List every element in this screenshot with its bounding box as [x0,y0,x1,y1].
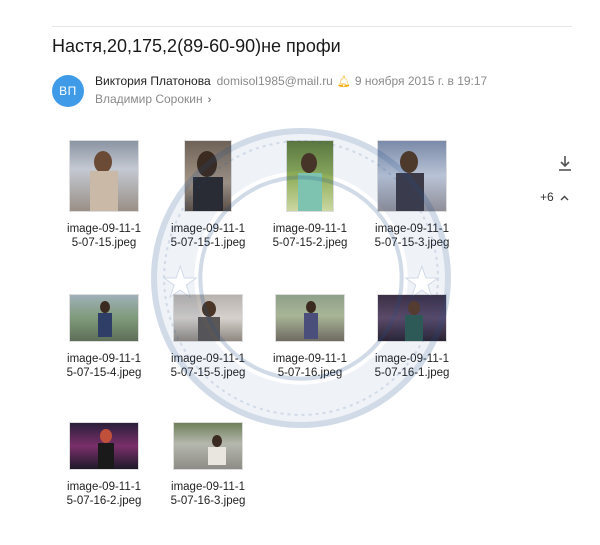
more-attachments-toggle[interactable]: +6 [540,190,569,204]
attachment-filename[interactable]: image-09-11-1 5-07-16-3.jpeg [158,480,258,508]
recipient-name[interactable]: Владимир Сорокин [95,92,203,106]
attachment-filename[interactable]: image-09-11-1 5-07-16.jpeg [260,352,360,380]
attachment-item[interactable]: image-09-11-1 5-07-15-2.jpeg [260,140,360,250]
attachment-thumbnail[interactable] [260,140,360,212]
attachment-thumbnail[interactable] [54,398,154,470]
chevron-up-icon [560,195,569,201]
attachment-filename[interactable]: image-09-11-1 5-07-15-2.jpeg [260,222,360,250]
sent-date: 9 ноября 2015 г. в 19:17 [354,74,488,88]
attachment-thumbnail[interactable] [158,270,258,342]
attachment-item[interactable]: image-09-11-1 5-07-15-1.jpeg [158,140,258,250]
attachment-filename[interactable]: image-09-11-1 5-07-15-3.jpeg [362,222,462,250]
chevron-right-icon: › [207,94,212,106]
attachment-item[interactable]: image-09-11-1 5-07-16.jpeg [260,270,360,380]
attachment-thumbnail[interactable] [158,140,258,212]
sender-avatar[interactable]: ВП [52,75,84,107]
attachment-thumbnail[interactable] [260,270,360,342]
sender-name[interactable]: Виктория Платонова [95,74,211,88]
from-line: Виктория Платонова domisol1985@mail.ru 🔔︎ 9… [95,74,487,88]
attachment-item[interactable]: image-09-11-1 5-07-15-5.jpeg [158,270,258,380]
attachment-thumbnail[interactable] [54,140,154,212]
attachment-filename[interactable]: image-09-11-1 5-07-15-4.jpeg [54,352,154,380]
attachment-filename[interactable]: image-09-11-1 5-07-16-1.jpeg [362,352,462,380]
top-divider [52,26,572,27]
attachment-filename[interactable]: image-09-11-1 5-07-16-2.jpeg [54,480,154,508]
attachment-thumbnail[interactable] [362,140,462,212]
attachment-item[interactable]: image-09-11-1 5-07-15-4.jpeg [54,270,154,380]
attachment-thumbnail[interactable] [158,398,258,470]
attachment-thumbnail[interactable] [362,270,462,342]
download-icon[interactable] [556,154,574,174]
attachment-item[interactable]: image-09-11-1 5-07-16-1.jpeg [362,270,462,380]
attachment-filename[interactable]: image-09-11-1 5-07-15.jpeg [54,222,154,250]
more-count: +6 [540,190,554,204]
email-subject: Настя,20,175,2(89-60-90)не профи [52,36,341,56]
attachment-filename[interactable]: image-09-11-1 5-07-15-1.jpeg [158,222,258,250]
sender-email[interactable]: domisol1985@mail.ru [217,74,333,88]
recipient-line[interactable]: Владимир Сорокин › [95,92,211,106]
attachment-thumbnail[interactable] [54,270,154,342]
attachment-item[interactable]: image-09-11-1 5-07-16-2.jpeg [54,398,154,508]
attachment-filename[interactable]: image-09-11-1 5-07-15-5.jpeg [158,352,258,380]
attachment-item[interactable]: image-09-11-1 5-07-15.jpeg [54,140,154,250]
bell-icon: 🔔︎ [336,76,351,88]
attachment-item[interactable]: image-09-11-1 5-07-15-3.jpeg [362,140,462,250]
attachment-item[interactable]: image-09-11-1 5-07-16-3.jpeg [158,398,258,508]
